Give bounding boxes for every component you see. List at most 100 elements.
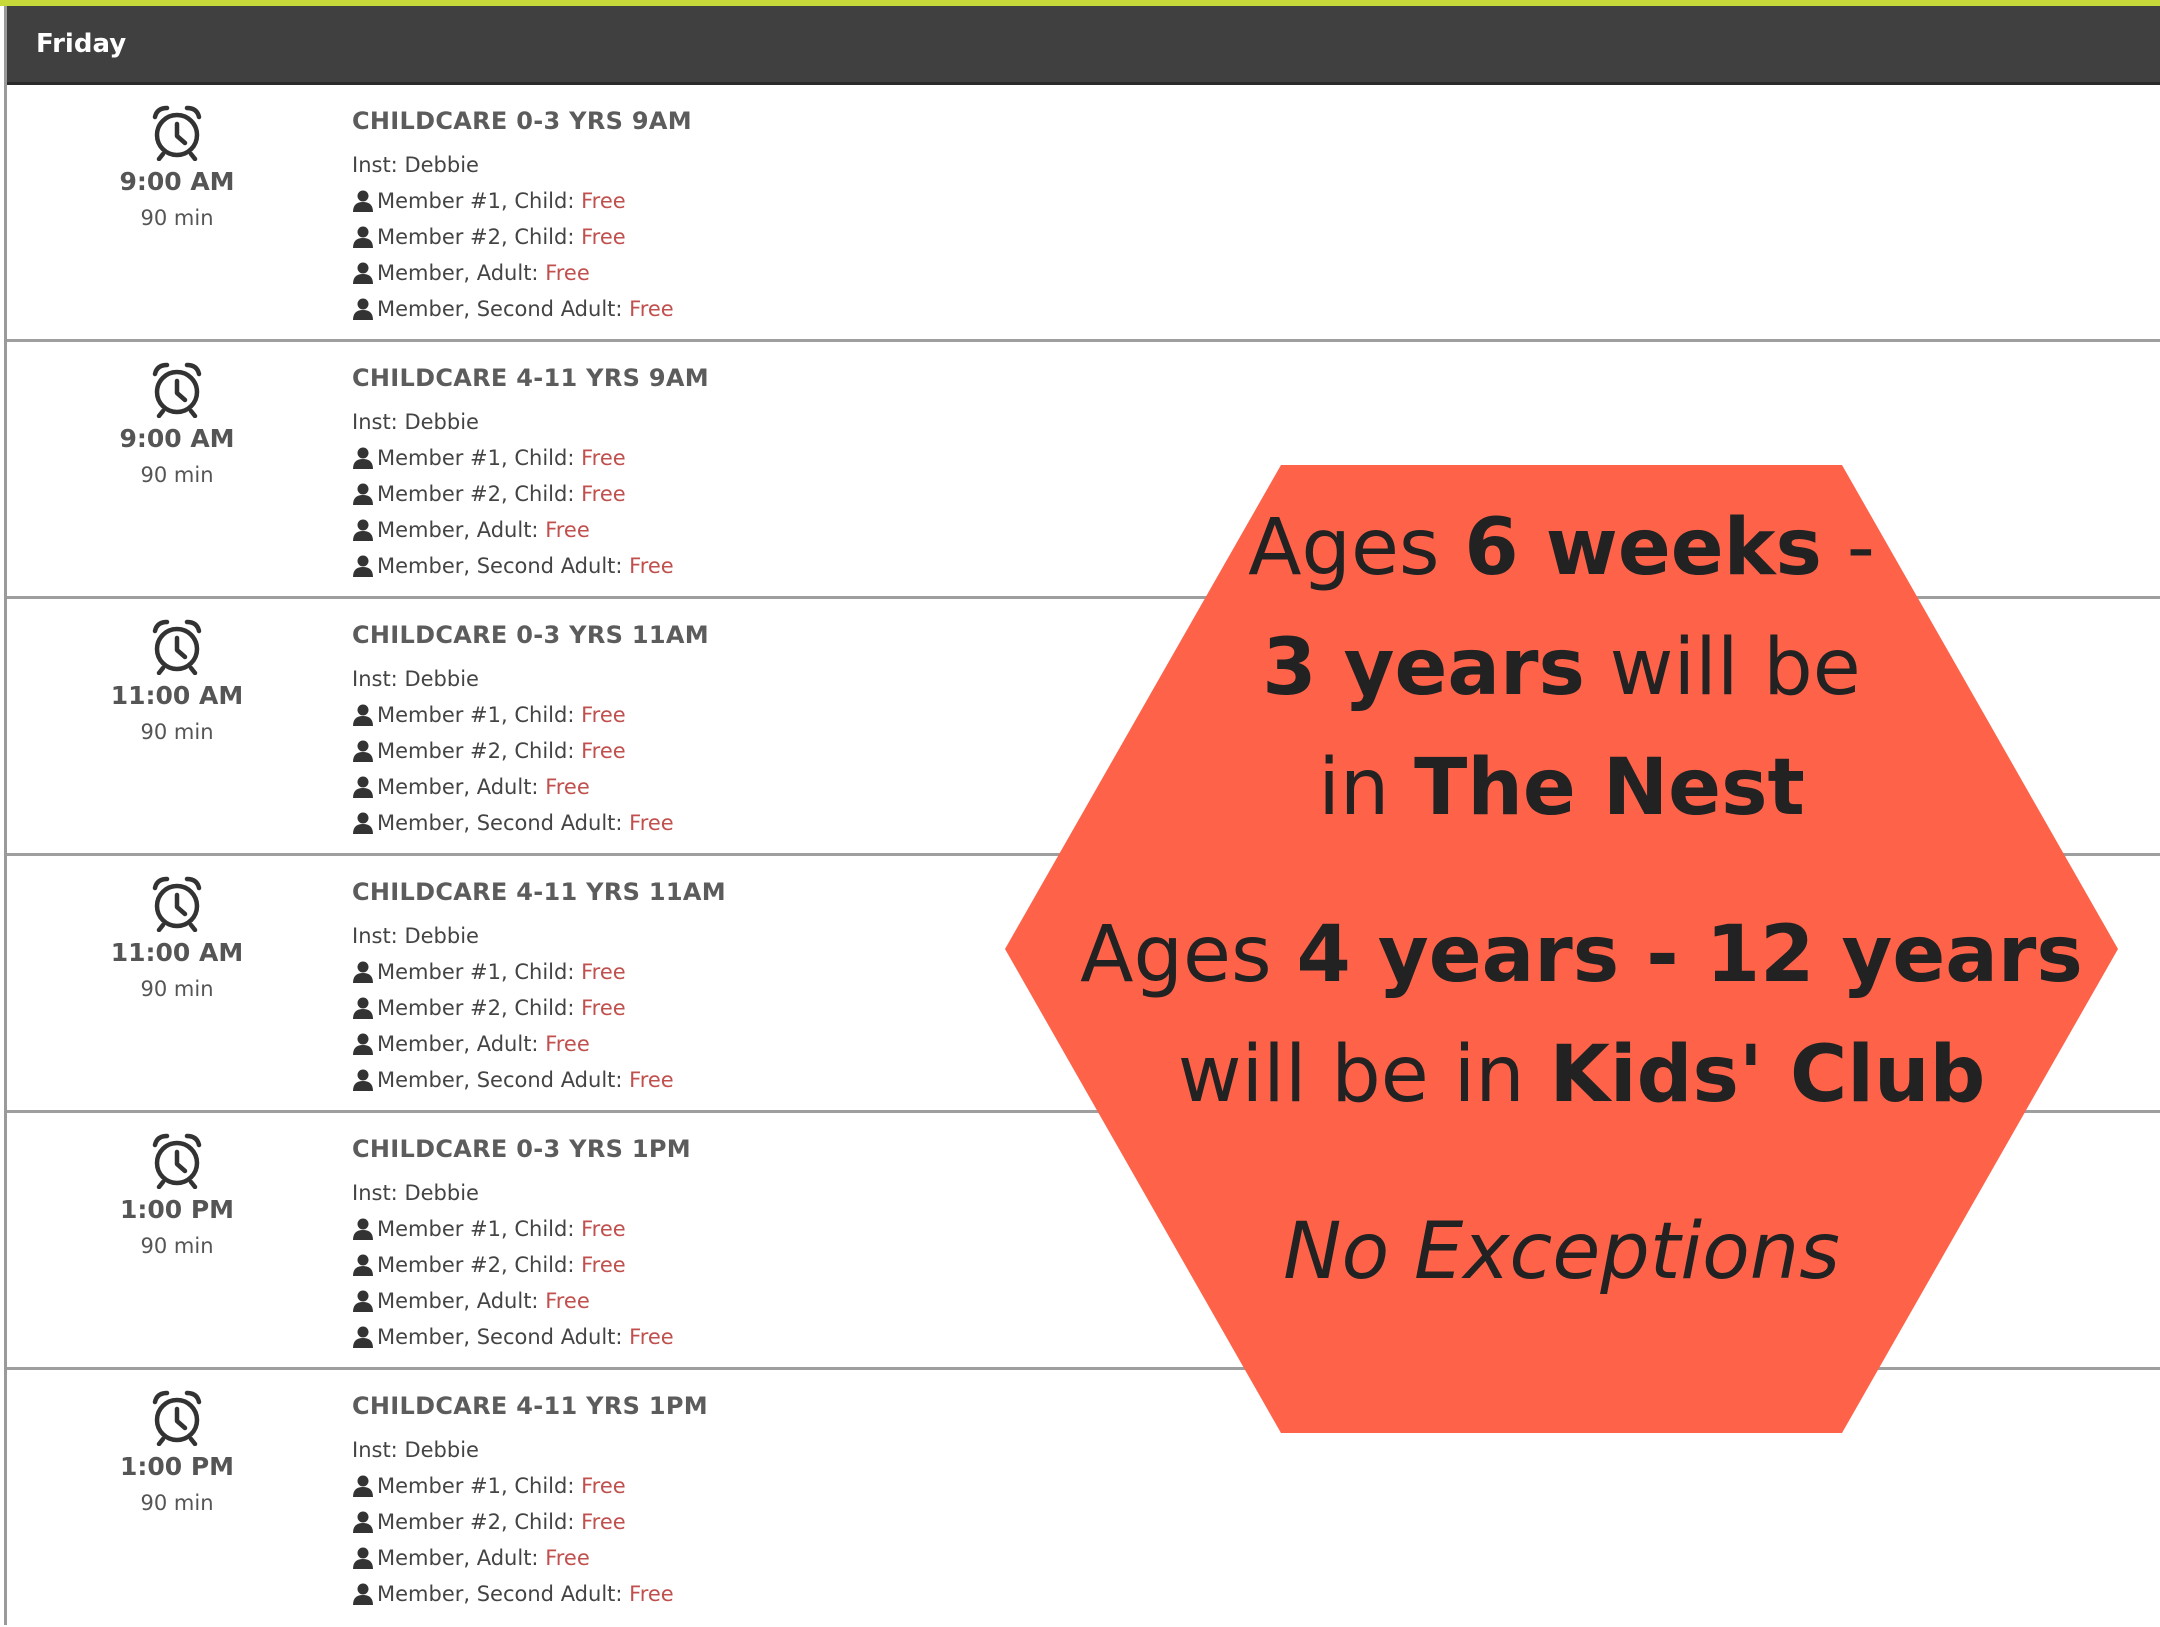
- time-column: 9:00 AM 90 min: [67, 360, 287, 487]
- price-value: Free: [629, 811, 674, 835]
- person-icon: [352, 1510, 374, 1534]
- price-category: Member, Adult:: [377, 261, 539, 285]
- instructor-prefix: Inst:: [352, 667, 398, 691]
- instructor-line: Inst: Debbie: [352, 1432, 708, 1468]
- price-category: Member #1, Child:: [377, 960, 575, 984]
- class-time: 1:00 PM: [119, 1452, 235, 1481]
- instructor-name: Debbie: [404, 1181, 479, 1205]
- instructor-line: Inst: Debbie: [352, 661, 709, 697]
- class-row[interactable]: 9:00 AM 90 min CHILDCARE 0-3 YRS 9AM Inst: …: [7, 85, 2160, 342]
- price-line: Member #2, Child: Free: [352, 990, 726, 1026]
- price-line: Member, Second Adult: Free: [352, 291, 692, 327]
- notice-line-2: 3 years will be: [1262, 623, 1861, 713]
- price-value: Free: [581, 446, 626, 470]
- instructor-prefix: Inst:: [352, 1438, 398, 1462]
- person-icon: [352, 1289, 374, 1313]
- price-category: Member, Second Adult:: [377, 1068, 623, 1092]
- class-time: 9:00 AM: [119, 424, 235, 453]
- person-icon: [352, 446, 374, 470]
- price-category: Member, Adult:: [377, 1289, 539, 1313]
- class-time: 9:00 AM: [119, 167, 235, 196]
- price-category: Member, Second Adult:: [377, 554, 623, 578]
- class-title[interactable]: CHILDCARE 4-11 YRS 1PM: [352, 1392, 708, 1420]
- person-icon: [352, 1546, 374, 1570]
- price-value: Free: [581, 996, 626, 1020]
- price-category: Member, Second Adult:: [377, 811, 623, 835]
- class-title[interactable]: CHILDCARE 4-11 YRS 9AM: [352, 364, 709, 392]
- price-line: Member #2, Child: Free: [352, 219, 692, 255]
- price-line: Member, Adult: Free: [352, 1283, 691, 1319]
- price-line: Member, Adult: Free: [352, 769, 709, 805]
- price-category: Member #2, Child:: [377, 1510, 575, 1534]
- price-category: Member #2, Child:: [377, 1253, 575, 1277]
- price-value: Free: [545, 1289, 590, 1313]
- person-icon: [352, 811, 374, 835]
- class-duration: 90 min: [140, 1234, 214, 1258]
- person-icon: [352, 1474, 374, 1498]
- price-value: Free: [629, 1325, 674, 1349]
- price-line: Member, Second Adult: Free: [352, 548, 709, 584]
- person-icon: [352, 960, 374, 984]
- class-title[interactable]: CHILDCARE 0-3 YRS 1PM: [352, 1135, 691, 1163]
- instructor-prefix: Inst:: [352, 1181, 398, 1205]
- alarm-clock-icon: [149, 360, 205, 419]
- class-info: CHILDCARE 4-11 YRS 9AM Inst: Debbie Member…: [352, 364, 709, 584]
- person-icon: [352, 189, 374, 213]
- price-line: Member #1, Child: Free: [352, 1211, 691, 1247]
- class-time: 11:00 AM: [110, 681, 244, 710]
- notice-line-4: Ages 4 years - 12 years: [1080, 910, 2083, 1000]
- time-column: 1:00 PM 90 min: [67, 1388, 287, 1515]
- instructor-line: Inst: Debbie: [352, 1175, 691, 1211]
- class-title[interactable]: CHILDCARE 0-3 YRS 11AM: [352, 621, 709, 649]
- price-category: Member #2, Child:: [377, 482, 575, 506]
- alarm-clock-icon: [149, 617, 205, 676]
- person-icon: [352, 1032, 374, 1056]
- instructor-prefix: Inst:: [352, 410, 398, 434]
- person-icon: [352, 996, 374, 1020]
- price-line: Member, Second Adult: Free: [352, 1319, 691, 1355]
- price-value: Free: [545, 1032, 590, 1056]
- class-title[interactable]: CHILDCARE 0-3 YRS 9AM: [352, 107, 692, 135]
- class-info: CHILDCARE 4-11 YRS 11AM Inst: Debbie Membe…: [352, 878, 726, 1098]
- price-value: Free: [545, 1546, 590, 1570]
- price-value: Free: [545, 261, 590, 285]
- price-category: Member #2, Child:: [377, 996, 575, 1020]
- instructor-name: Debbie: [404, 1438, 479, 1462]
- price-value: Free: [581, 703, 626, 727]
- instructor-name: Debbie: [404, 153, 479, 177]
- person-icon: [352, 775, 374, 799]
- price-category: Member #2, Child:: [377, 739, 575, 763]
- price-value: Free: [545, 518, 590, 542]
- price-line: Member, Adult: Free: [352, 512, 709, 548]
- price-line: Member, Second Adult: Free: [352, 1062, 726, 1098]
- person-icon: [352, 261, 374, 285]
- price-category: Member, Second Adult:: [377, 297, 623, 321]
- alarm-clock-icon: [149, 103, 205, 162]
- price-category: Member, Adult:: [377, 518, 539, 542]
- class-duration: 90 min: [140, 206, 214, 230]
- price-line: Member #1, Child: Free: [352, 440, 709, 476]
- class-title[interactable]: CHILDCARE 4-11 YRS 11AM: [352, 878, 726, 906]
- person-icon: [352, 482, 374, 506]
- price-category: Member, Second Adult:: [377, 1325, 623, 1349]
- alarm-clock-icon: [149, 1131, 205, 1190]
- price-line: Member #2, Child: Free: [352, 476, 709, 512]
- price-line: Member #2, Child: Free: [352, 1504, 708, 1540]
- notice-line-3: in The Nest: [1318, 743, 1805, 833]
- class-duration: 90 min: [140, 463, 214, 487]
- price-value: Free: [629, 297, 674, 321]
- price-line: Member, Second Adult: Free: [352, 1576, 708, 1612]
- alarm-clock-icon: [149, 874, 205, 933]
- price-value: Free: [581, 189, 626, 213]
- person-icon: [352, 297, 374, 321]
- instructor-name: Debbie: [404, 667, 479, 691]
- age-notice-hexagon: Ages 6 weeks - 3 years will be in The Ne…: [1005, 465, 2118, 1433]
- price-category: Member, Adult:: [377, 775, 539, 799]
- class-duration: 90 min: [140, 977, 214, 1001]
- instructor-line: Inst: Debbie: [352, 404, 709, 440]
- class-time: 1:00 PM: [119, 1195, 235, 1224]
- price-line: Member, Second Adult: Free: [352, 805, 709, 841]
- price-value: Free: [581, 1474, 626, 1498]
- day-header: Friday: [7, 6, 2160, 85]
- price-value: Free: [581, 960, 626, 984]
